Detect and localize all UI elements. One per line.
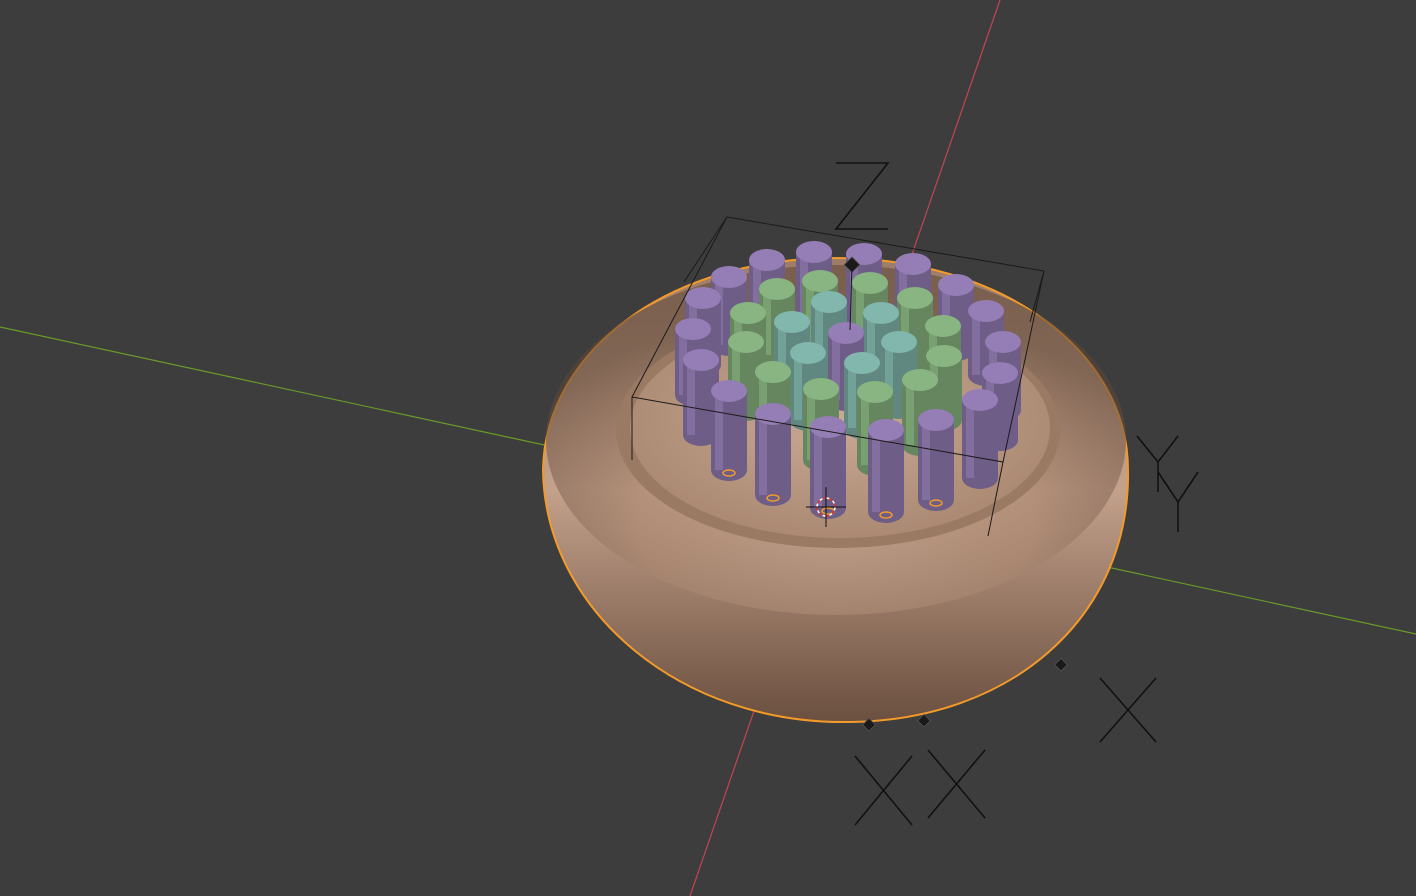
empty-x-glyph-1[interactable]: X [1099, 677, 1157, 743]
cylinder-purple[interactable] [755, 403, 791, 506]
empty-x-glyph-2[interactable]: X [854, 755, 913, 826]
cylinder-purple[interactable] [711, 380, 747, 481]
cylinder-purple[interactable] [962, 389, 998, 489]
empty-y-glyph-2[interactable]: Y [1157, 471, 1199, 532]
viewport-scene[interactable]: Z Y Y X X X [0, 0, 1416, 896]
empty-x-glyph-3[interactable]: X [927, 749, 986, 819]
empty-y-glyph-1[interactable]: Y [1136, 435, 1179, 492]
cylinder-purple[interactable] [918, 409, 954, 511]
3d-viewport[interactable]: Z Y Y X X X [0, 0, 1416, 896]
empty-z-glyph[interactable]: Z [834, 162, 890, 230]
cylinder-purple[interactable] [868, 419, 904, 523]
